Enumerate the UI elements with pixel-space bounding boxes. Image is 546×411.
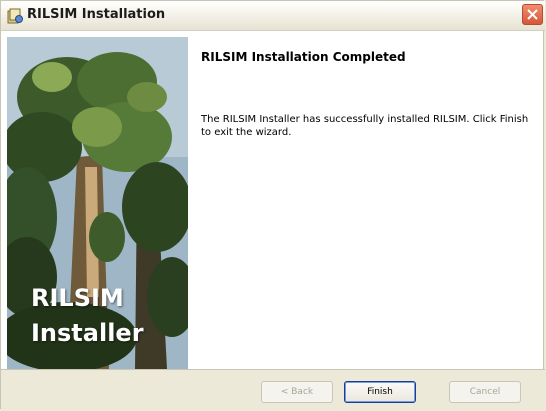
- brand-title-line2: Installer: [31, 319, 144, 347]
- brand-title-line1: RILSIM: [31, 284, 124, 312]
- close-button[interactable]: [522, 4, 543, 25]
- cancel-button[interactable]: Cancel: [449, 381, 521, 403]
- completion-heading: RILSIM Installation Completed: [201, 50, 406, 64]
- window-title: RILSIM Installation: [27, 7, 166, 22]
- content-pane: RILSIM Installation Completed The RILSIM…: [188, 37, 538, 369]
- side-banner: RILSIM Installer: [7, 37, 188, 369]
- installer-window: RILSIM Installation RILSIM Installer RIL…: [0, 0, 545, 410]
- installer-icon: [7, 8, 23, 24]
- completion-message: The RILSIM Installer has successfully in…: [201, 114, 529, 138]
- finish-button[interactable]: Finish: [344, 381, 416, 403]
- title-bar[interactable]: RILSIM Installation: [1, 1, 545, 31]
- button-bar: < Back Finish Cancel: [1, 369, 545, 410]
- back-button[interactable]: < Back: [261, 381, 333, 403]
- close-icon: [527, 9, 538, 20]
